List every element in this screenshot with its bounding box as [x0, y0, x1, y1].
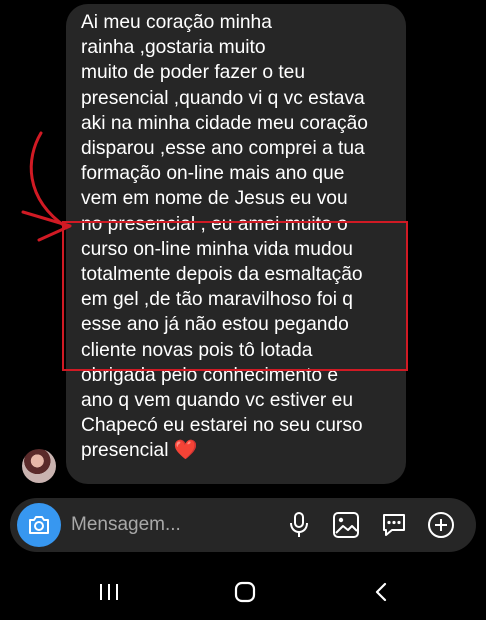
message-line: vem em nome de Jesus eu vou [81, 188, 348, 210]
sticker-icon [383, 514, 405, 536]
home-button[interactable] [225, 578, 265, 606]
home-icon [234, 581, 256, 603]
plus-icon [428, 512, 454, 538]
recent-apps-icon [100, 584, 118, 600]
recent-apps-button[interactable] [89, 578, 129, 606]
camera-button[interactable] [17, 503, 61, 547]
gallery-icon [333, 512, 359, 538]
message-line: Ai meu coração minha [81, 12, 272, 33]
message-line: muito de poder fazer o teu [81, 62, 305, 84]
message-line: Chapecó eu estarei no seu curso [81, 415, 363, 437]
plus-button[interactable] [426, 510, 456, 540]
message-line: presencial ,quando vi q vc estava [81, 87, 365, 109]
message-line: formação on-line mais ano que [81, 163, 345, 185]
message-line: disparou ,esse ano comprei a tua [81, 138, 365, 160]
sticker-button[interactable] [379, 510, 409, 540]
microphone-icon [290, 512, 308, 537]
camera-icon [29, 516, 49, 534]
mic-button[interactable] [284, 510, 314, 540]
back-icon [375, 582, 387, 602]
message-input[interactable] [71, 513, 271, 537]
back-button[interactable] [361, 578, 401, 606]
highlight-box [62, 221, 408, 371]
message-line: ano q vem quando vc estiver eu [81, 390, 353, 412]
sender-avatar[interactable] [22, 449, 56, 483]
gallery-button[interactable] [331, 510, 361, 540]
message-line: rainha ,gostaria muito [81, 37, 266, 59]
message-line: presencial ❤️ [81, 440, 198, 462]
message-line: aki na minha cidade meu coração [81, 112, 368, 134]
